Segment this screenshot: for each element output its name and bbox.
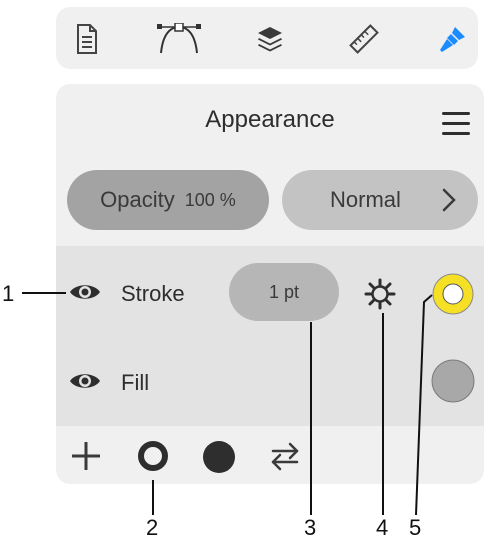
- callout-2: 2: [146, 515, 159, 540]
- callout-5: 5: [409, 515, 422, 540]
- callout-3: 3: [304, 515, 317, 540]
- callout-4: 4: [376, 515, 389, 540]
- callout-1: 1: [2, 281, 15, 306]
- callout-lines: [22, 292, 433, 516]
